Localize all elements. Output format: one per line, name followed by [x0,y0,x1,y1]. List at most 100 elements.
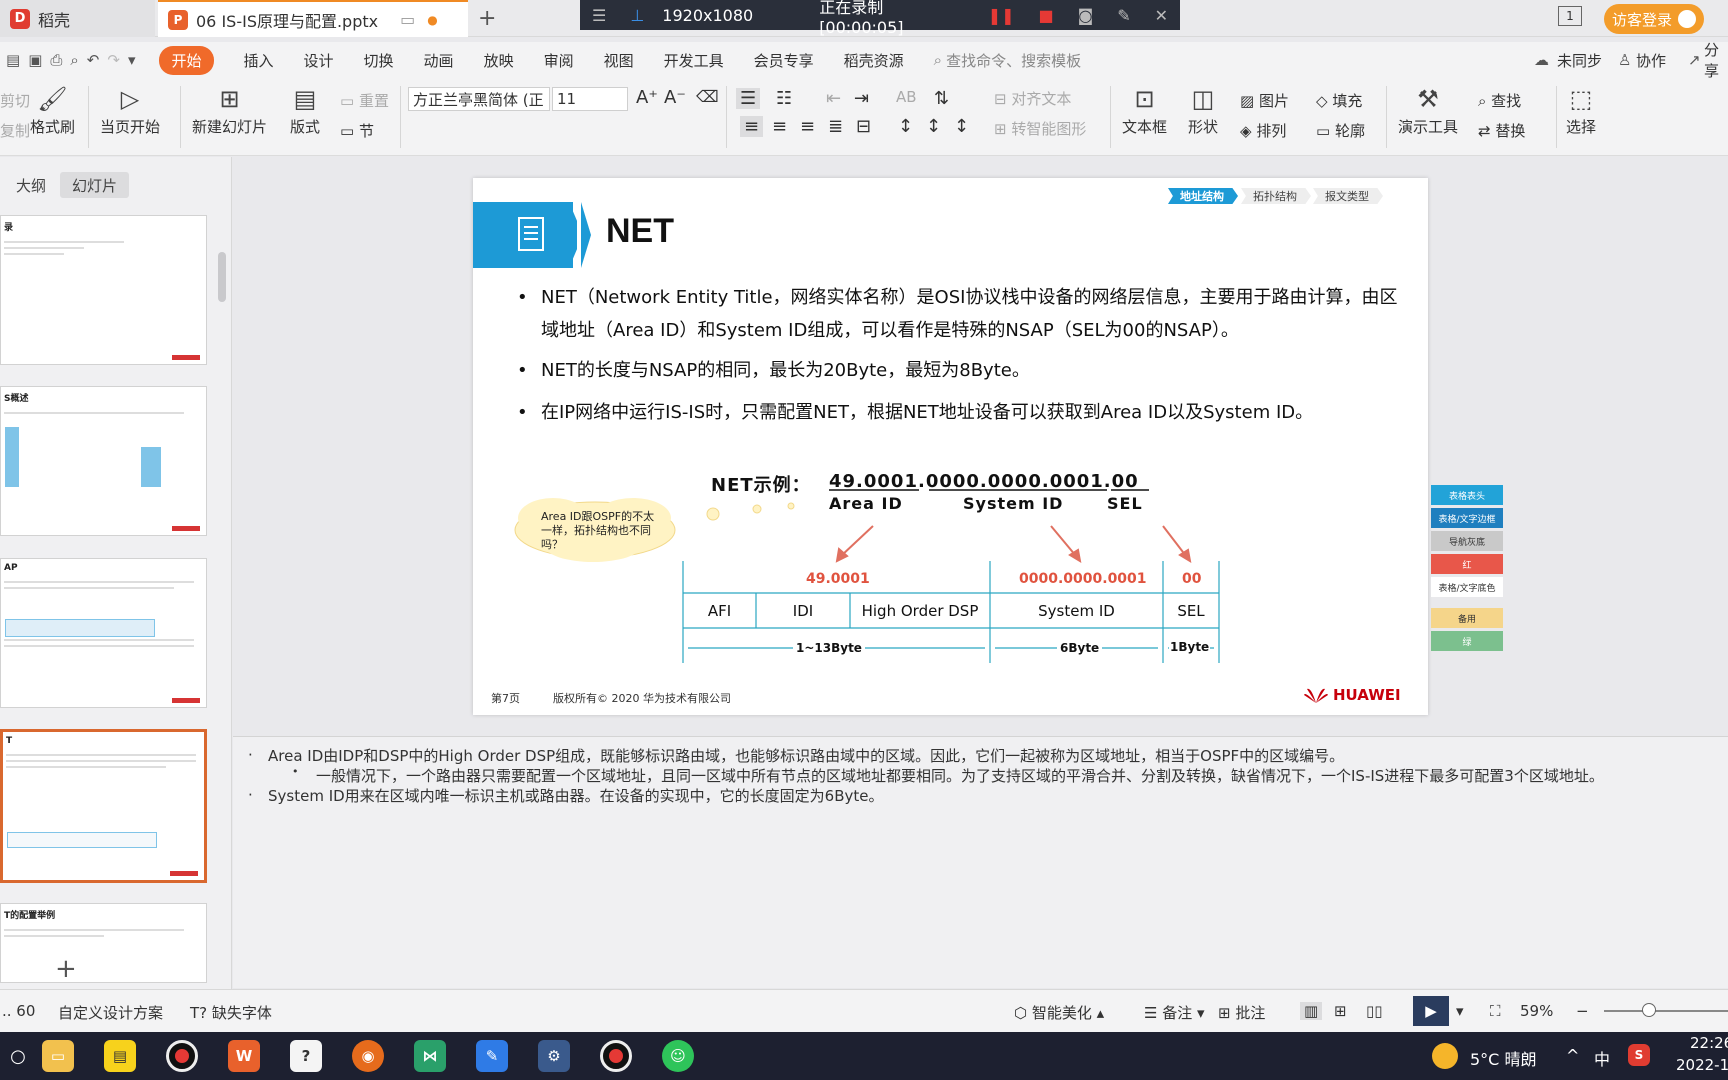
comment-button[interactable]: ⊞ 批注 [1218,1002,1265,1023]
replace-button[interactable]: ⇄ 替换 [1478,120,1525,141]
collab-button[interactable]: 协作 [1636,50,1666,71]
print-icon[interactable]: ⎙ [50,51,62,69]
palette-green-swatch[interactable]: 绿 [1431,631,1503,651]
zoom-slider[interactable] [1604,1010,1728,1012]
new-slide-button[interactable]: ⊞ 新建幻灯片 [192,82,267,137]
palette-header-swatch[interactable]: 表格表头 [1431,485,1503,505]
pause-icon[interactable]: ❚❚ [988,6,1015,25]
menu-view[interactable]: 视图 [604,50,634,71]
monitor-icon[interactable]: ▭ [400,10,415,29]
present-tools-button[interactable]: ⚒ 演示工具 [1398,82,1458,137]
bullet-list-icon[interactable]: ☰ [736,88,761,109]
sync-status[interactable]: 未同步 [1557,50,1602,71]
line-spacing-icon[interactable]: ↕ [898,116,913,137]
menu-review[interactable]: 审阅 [544,50,574,71]
slide-thumbnail-selected[interactable]: T [0,729,207,883]
command-search-input[interactable]: 查找命令、搜索模板 [946,50,1081,71]
reading-view-icon[interactable]: ▯▯ [1366,1002,1383,1020]
new-tab-button[interactable]: + [478,0,502,37]
file-icon[interactable]: ▤ [6,51,20,69]
network-tool-icon[interactable]: ⚙ [538,1040,570,1072]
save-icon[interactable]: ▣ [28,51,42,69]
weather-text[interactable]: 5°C 晴朗 [1470,1046,1536,1070]
tray-chevron-icon[interactable]: ^ [1566,1046,1579,1065]
tab-document[interactable]: P 06 IS-IS原理与配置.pptx ▭ ● [158,0,468,37]
reset-button[interactable]: ▭ 重置 [340,90,389,111]
pen-icon[interactable]: ✎ [1117,6,1130,25]
decrease-indent-icon[interactable]: ⇤ [826,88,841,109]
wechat-icon[interactable]: ☺ [662,1040,694,1072]
spacing-icon[interactable]: ↕ [954,116,969,137]
zoom-out-icon[interactable]: − [1576,1002,1589,1020]
note-line[interactable]: System ID用来在区域内唯一标识主机或路由器。在设备的实现中，它的长度固定… [268,785,884,806]
stop-icon[interactable]: ■ [1039,6,1054,25]
wps-icon[interactable]: W [228,1040,260,1072]
tab-outline[interactable]: 大纲 [4,172,58,198]
menu-home[interactable]: 开始 [159,45,214,75]
zoom-slider-handle[interactable] [1642,1003,1656,1017]
slide-thumbnail[interactable]: 录 [0,215,207,365]
clear-format-icon[interactable]: ⌫ [696,87,719,106]
missing-font-button[interactable]: T? 缺失字体 [190,1002,272,1023]
fill-button[interactable]: ◇ 填充 [1316,90,1362,111]
number-list-icon[interactable]: ☷ [776,88,792,109]
outline-button[interactable]: ▭ 轮廓 [1316,120,1365,141]
slide-thumbnail[interactable]: S概述 [0,386,207,536]
align-center-icon[interactable]: ≡ [772,116,787,137]
align-left-icon[interactable]: ≡ [740,116,764,137]
menu-slideshow[interactable]: 放映 [484,50,514,71]
play-slideshow-icon[interactable]: ▶ [1413,996,1449,1026]
layout-button[interactable]: ▤ 版式 [288,82,322,137]
slide-thumbnail[interactable]: AP [0,558,207,708]
design-scheme-button[interactable]: 自定义设计方案 [58,1002,163,1023]
recorder-icon[interactable] [166,1040,198,1072]
sorter-view-icon[interactable]: ⊞ [1334,1002,1347,1020]
copy-button[interactable]: 复制 [0,120,30,141]
normal-view-icon[interactable]: ▥ [1300,1002,1323,1020]
menu-docer[interactable]: 稻壳资源 [844,50,904,71]
redo-icon[interactable]: ↷ [107,51,120,69]
firefox-icon[interactable]: ◉ [352,1040,384,1072]
wps-tray-icon[interactable]: S [1628,1044,1650,1066]
distribute-icon[interactable]: ⊟ [856,116,871,137]
notes-app-icon[interactable]: ✎ [476,1040,508,1072]
play-menu-icon[interactable]: ▾ [1456,1002,1464,1020]
palette-red-swatch[interactable]: 红 [1431,554,1503,574]
cut-button[interactable]: 剪切 [0,90,30,111]
camera-icon[interactable]: ◙ [1078,6,1094,25]
sticky-notes-icon[interactable]: ▤ [104,1040,136,1072]
start-icon[interactable]: ○ [2,1040,34,1072]
menu-insert[interactable]: 插入 [244,50,274,71]
menu-member[interactable]: 会员专享 [754,50,814,71]
smart-shape-button[interactable]: ⊞ 转智能图形 [994,118,1086,139]
help-icon[interactable]: ? [290,1040,322,1072]
palette-fill-swatch[interactable]: 表格/文字底色 [1431,577,1503,597]
align-right-icon[interactable]: ≡ [800,116,815,137]
beautify-button[interactable]: ⬡ 智能美化 ▴ [1014,1002,1104,1023]
format-painter-button[interactable]: 🖌 格式刷 [30,82,75,137]
menu-icon[interactable]: ☰ [592,6,606,25]
close-icon[interactable]: ✕ [1155,6,1168,25]
shrink-font-icon[interactable]: A⁻ [664,87,686,108]
sort-icon[interactable]: ⇅ [934,88,949,109]
play-current-button[interactable]: ▷ 当页开始 [100,82,160,137]
menu-design[interactable]: 设计 [304,50,334,71]
grow-font-icon[interactable]: A⁺ [636,87,658,108]
note-line[interactable]: 一般情况下，一个路由器只需要配置一个区域地址，且同一区域中所有节点的区域地址都要… [316,765,1604,786]
slide-thumbnail[interactable]: T的配置举例 [0,903,207,983]
arrange-button[interactable]: ◈ 排列 [1240,120,1286,141]
font-name-select[interactable]: 方正兰亭黑简体 (正 [408,87,550,111]
file-explorer-icon[interactable]: ▭ [42,1040,74,1072]
login-button[interactable]: 访客登录 [1604,4,1704,34]
add-slide-button[interactable]: + [55,954,77,984]
panel-scrollbar[interactable] [218,252,226,302]
increase-indent-icon[interactable]: ⇥ [854,88,869,109]
slide[interactable]: NET 地址结构 拓扑结构 报文类型 NET（Network Entity Ti… [473,178,1428,715]
menu-transition[interactable]: 切换 [364,50,394,71]
para-spacing-icon[interactable]: ↕ [926,116,941,137]
select-button[interactable]: ⬚ 选择 [1564,82,1598,137]
picture-button[interactable]: ▨ 图片 [1240,90,1289,111]
pin-icon[interactable]: ⊥ [630,6,644,25]
zoom-level[interactable]: 59% [1520,1002,1553,1020]
more-icon[interactable]: ▾ [128,51,136,69]
